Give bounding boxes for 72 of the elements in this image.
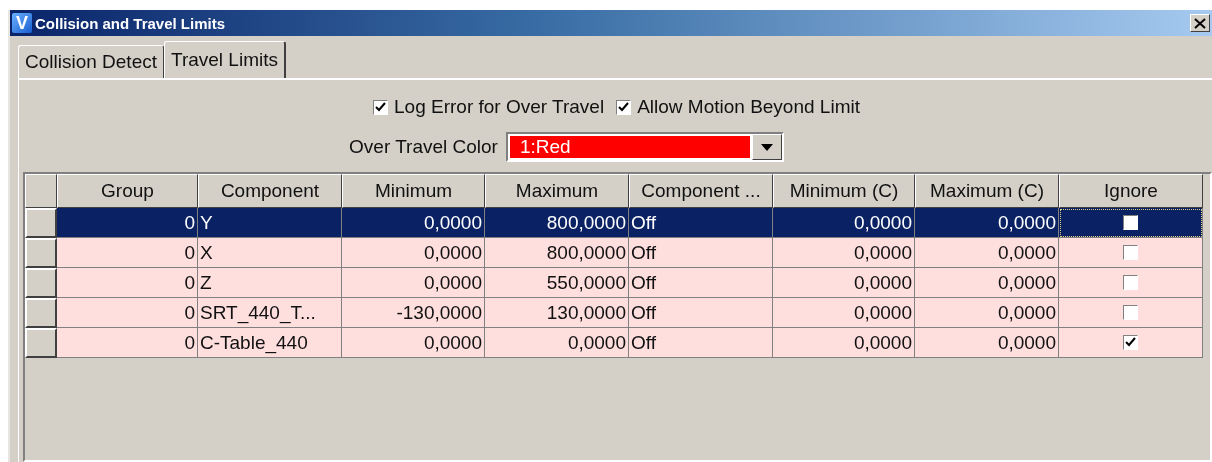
- column-header[interactable]: Ignore: [1059, 174, 1203, 208]
- row-header[interactable]: [25, 328, 57, 358]
- column-header[interactable]: Maximum: [485, 174, 629, 208]
- row-header[interactable]: [25, 268, 57, 298]
- window-title: Collision and Travel Limits: [35, 14, 227, 32]
- table-cell: 0,0000: [342, 268, 485, 298]
- table-cell: Off: [629, 238, 773, 268]
- table-cell: 0,0000: [485, 328, 629, 358]
- row-header[interactable]: [25, 238, 57, 268]
- check-icon: [1125, 337, 1136, 348]
- tab[interactable]: Travel Limits: [164, 41, 286, 78]
- tab[interactable]: Collision Detect: [18, 45, 164, 78]
- table-cell: SRT_440_T...: [198, 298, 342, 328]
- table-cell: 0,0000: [342, 328, 485, 358]
- color-dropdown[interactable]: 1:Red: [505, 132, 784, 162]
- table-cell: C-Table_440: [198, 328, 342, 358]
- table-cell: 130,0000: [485, 298, 629, 328]
- table-cell: 0: [57, 298, 198, 328]
- table-cell: 0,0000: [915, 238, 1059, 268]
- table-cell: Off: [629, 298, 773, 328]
- checkbox[interactable]: [373, 99, 388, 115]
- caret-icon: [760, 143, 773, 151]
- column-header[interactable]: Group: [57, 174, 198, 208]
- table-cell: 0: [57, 238, 198, 268]
- checkbox-label: Log Error for Over Travel: [394, 96, 605, 118]
- table-cell: 0,0000: [915, 328, 1059, 358]
- table-cell: 0,0000: [915, 268, 1059, 298]
- column-header[interactable]: Minimum: [342, 174, 485, 208]
- checkbox[interactable]: [1123, 215, 1138, 230]
- check-icon: [618, 101, 630, 113]
- table-cell: 0,0000: [342, 208, 485, 238]
- column-header[interactable]: Maximum (C): [915, 174, 1059, 208]
- table-cell: Z: [198, 268, 342, 298]
- row-header[interactable]: [25, 298, 57, 328]
- table-cell: 0,0000: [915, 208, 1059, 238]
- column-header[interactable]: Minimum (C): [773, 174, 915, 208]
- table-cell: 0: [57, 328, 198, 358]
- dropdown-button[interactable]: [751, 134, 782, 160]
- color-value: 1:Red: [509, 136, 750, 158]
- field-label: Over Travel Color: [349, 136, 498, 158]
- table-cell: Off: [629, 328, 773, 358]
- table-cell: 0: [57, 268, 198, 298]
- table-cell: 0,0000: [915, 298, 1059, 328]
- table-cell: 0,0000: [773, 298, 915, 328]
- check-icon: [375, 101, 386, 113]
- table-cell: 0,0000: [773, 238, 915, 268]
- column-header[interactable]: Component: [198, 174, 342, 208]
- checkbox[interactable]: [1123, 275, 1138, 290]
- checkbox[interactable]: [1123, 305, 1138, 320]
- checkbox[interactable]: [616, 99, 632, 115]
- table-corner: [25, 174, 57, 208]
- table-cell: Off: [629, 268, 773, 298]
- app-logo: V: [12, 13, 32, 33]
- table-cell: 0,0000: [773, 328, 915, 358]
- close-button[interactable]: [1190, 14, 1210, 32]
- checkbox[interactable]: [1123, 245, 1138, 260]
- row-header[interactable]: [25, 208, 57, 238]
- table-cell: Y: [198, 208, 342, 238]
- table-cell: 0,0000: [342, 238, 485, 268]
- table-cell: 800,0000: [485, 238, 629, 268]
- table-cell: 800,0000: [485, 208, 629, 238]
- close-icon: [1194, 17, 1206, 29]
- table-cell: 550,0000: [485, 268, 629, 298]
- column-header[interactable]: Component ...: [629, 174, 773, 208]
- checkbox[interactable]: [1123, 335, 1138, 350]
- table-cell: X: [198, 238, 342, 268]
- table-cell: 0,0000: [773, 208, 915, 238]
- table-cell: Off: [629, 208, 773, 238]
- checkbox-label: Allow Motion Beyond Limit: [637, 96, 860, 118]
- table-cell: -130,0000: [342, 298, 485, 328]
- table-cell: 0,0000: [773, 268, 915, 298]
- table-cell: 0: [57, 208, 198, 238]
